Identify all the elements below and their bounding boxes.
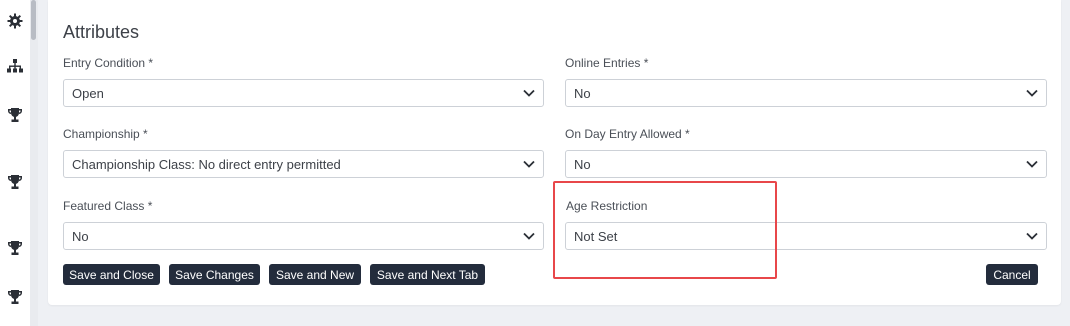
featured-class-select[interactable]: No bbox=[63, 222, 544, 250]
chevron-down-icon bbox=[1026, 232, 1038, 240]
online-entries-select[interactable]: No bbox=[565, 79, 1047, 107]
championship-value: Championship Class: No direct entry perm… bbox=[72, 156, 341, 172]
sidebar-scrollbar-thumb[interactable] bbox=[31, 0, 36, 40]
championship-label: Championship * bbox=[63, 127, 148, 141]
save-and-next-tab-button[interactable]: Save and Next Tab bbox=[370, 264, 485, 285]
chevron-down-icon bbox=[1026, 160, 1038, 168]
sidebar-scrollbar[interactable] bbox=[30, 0, 38, 326]
trophy-icon[interactable] bbox=[6, 239, 24, 257]
entry-condition-value: Open bbox=[72, 85, 104, 101]
on-day-entry-value: No bbox=[574, 156, 591, 172]
sidebar bbox=[0, 0, 30, 326]
chevron-down-icon bbox=[523, 89, 535, 97]
featured-class-value: No bbox=[72, 228, 89, 244]
trophy-icon[interactable] bbox=[6, 173, 24, 191]
online-entries-value: No bbox=[574, 85, 591, 101]
chevron-down-icon bbox=[523, 160, 535, 168]
online-entries-label: Online Entries * bbox=[565, 56, 649, 70]
gear-icon[interactable] bbox=[6, 12, 24, 30]
save-and-close-button[interactable]: Save and Close bbox=[63, 264, 160, 285]
featured-class-label: Featured Class * bbox=[63, 199, 153, 213]
on-day-entry-label: On Day Entry Allowed * bbox=[565, 127, 690, 141]
trophy-icon[interactable] bbox=[6, 288, 24, 306]
cancel-button[interactable]: Cancel bbox=[986, 264, 1038, 285]
entry-condition-select[interactable]: Open bbox=[63, 79, 544, 107]
on-day-entry-select[interactable]: No bbox=[565, 150, 1047, 178]
save-changes-button[interactable]: Save Changes bbox=[169, 264, 260, 285]
chevron-down-icon bbox=[523, 232, 535, 240]
chevron-down-icon bbox=[1026, 89, 1038, 97]
championship-select[interactable]: Championship Class: No direct entry perm… bbox=[63, 150, 544, 178]
section-title: Attributes bbox=[63, 22, 140, 42]
save-and-new-button[interactable]: Save and New bbox=[269, 264, 361, 285]
highlight-box bbox=[553, 181, 777, 279]
trophy-icon[interactable] bbox=[6, 106, 24, 124]
sitemap-icon[interactable] bbox=[6, 57, 24, 75]
entry-condition-label: Entry Condition * bbox=[63, 56, 154, 70]
